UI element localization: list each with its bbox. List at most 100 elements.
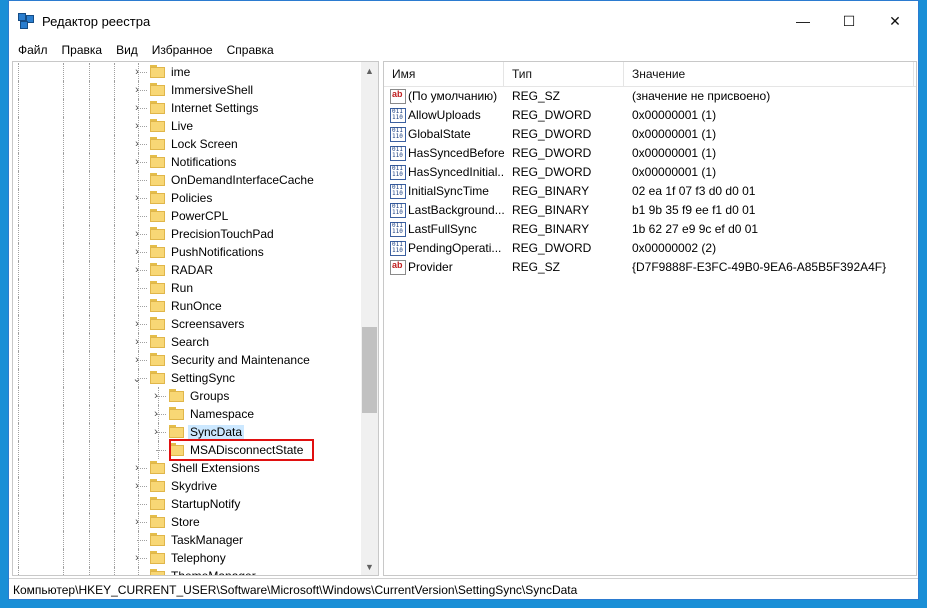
- tree-item-label[interactable]: Policies: [169, 191, 214, 205]
- tree-item[interactable]: › ime: [13, 63, 360, 81]
- value-row[interactable]: ab (По умолчанию) REG_SZ (значение не присв…: [384, 87, 916, 106]
- tree-scrollbar[interactable]: ▲ ▼: [361, 62, 378, 575]
- collapse-chevron-icon[interactable]: ⌄: [130, 370, 144, 386]
- tree-item[interactable]: › Policies: [13, 189, 360, 207]
- tree-item-label[interactable]: Notifications: [169, 155, 238, 169]
- tree-item-label[interactable]: Namespace: [188, 407, 256, 421]
- tree-item-label[interactable]: SettingSync: [169, 371, 237, 385]
- expand-chevron-icon[interactable]: ›: [130, 334, 144, 350]
- expand-chevron-icon[interactable]: ›: [130, 262, 144, 278]
- key-tree-pane[interactable]: › ime › ImmersiveShell › Internet Settings › Li…: [12, 61, 379, 576]
- tree-item[interactable]: › Shell Extensions: [13, 459, 360, 477]
- expand-chevron-icon[interactable]: ›: [130, 226, 144, 242]
- tree-item[interactable]: StartupNotify: [13, 495, 360, 513]
- expand-chevron-icon[interactable]: ›: [149, 388, 163, 404]
- tree-item[interactable]: › Notifications: [13, 153, 360, 171]
- expand-chevron-icon[interactable]: ›: [130, 64, 144, 80]
- close-button[interactable]: ✕: [872, 1, 918, 41]
- tree-item-label[interactable]: Telephony: [169, 551, 228, 565]
- tree-item-label[interactable]: TaskManager: [169, 533, 245, 547]
- title-bar[interactable]: Редактор реестра — ☐ ✕: [9, 1, 918, 41]
- tree-item[interactable]: › Telephony: [13, 549, 360, 567]
- tree-item-label[interactable]: ThemeManager: [169, 569, 258, 575]
- menu-file[interactable]: Файл: [9, 43, 55, 57]
- value-row[interactable]: 011 110 HasSyncedInitial... REG_DWORD 0x0000…: [384, 163, 916, 182]
- tree-item-label[interactable]: PrecisionTouchPad: [169, 227, 276, 241]
- tree-item[interactable]: ⌄ SettingSync: [13, 369, 360, 387]
- value-row[interactable]: 011 110 GlobalState REG_DWORD 0x00000001 (1): [384, 125, 916, 144]
- tree-item[interactable]: TaskManager: [13, 531, 360, 549]
- tree-item-label[interactable]: Groups: [188, 389, 231, 403]
- column-name-header[interactable]: Имя: [384, 62, 504, 86]
- tree-item-label[interactable]: ime: [169, 65, 192, 79]
- minimize-button[interactable]: —: [780, 1, 826, 41]
- expand-chevron-icon[interactable]: ›: [130, 514, 144, 530]
- expand-chevron-icon[interactable]: ›: [130, 82, 144, 98]
- expand-chevron-icon[interactable]: ›: [130, 136, 144, 152]
- tree-item[interactable]: › ImmersiveShell: [13, 81, 360, 99]
- tree-item-label[interactable]: Store: [169, 515, 202, 529]
- expand-chevron-icon[interactable]: ›: [130, 244, 144, 260]
- scroll-up-icon[interactable]: ▲: [361, 62, 378, 79]
- expand-chevron-icon[interactable]: ›: [130, 118, 144, 134]
- scroll-thumb[interactable]: [362, 327, 377, 413]
- value-row[interactable]: 011 110 InitialSyncTime REG_BINARY 02 ea 1f …: [384, 182, 916, 201]
- column-value-header[interactable]: Значение: [624, 62, 914, 86]
- scroll-down-icon[interactable]: ▼: [361, 558, 378, 575]
- expand-chevron-icon[interactable]: ›: [130, 100, 144, 116]
- value-row[interactable]: 011 110 AllowUploads REG_DWORD 0x00000001 (1…: [384, 106, 916, 125]
- value-row[interactable]: 011 110 LastBackground... REG_BINARY b1 9b 3…: [384, 201, 916, 220]
- tree-item-label[interactable]: Screensavers: [169, 317, 246, 331]
- tree-item[interactable]: › PushNotifications: [13, 243, 360, 261]
- menu-view[interactable]: Вид: [109, 43, 145, 57]
- values-pane[interactable]: Имя Тип Значение ab (По умолчанию) REG_SZ(…: [383, 61, 917, 576]
- menu-favorites[interactable]: Избранное: [145, 43, 220, 57]
- value-row[interactable]: 011 110 PendingOperati... REG_DWORD 0x000000…: [384, 239, 916, 258]
- menu-help[interactable]: Справка: [220, 43, 281, 57]
- tree-item-label[interactable]: Shell Extensions: [169, 461, 262, 475]
- value-row[interactable]: 011 110 LastFullSync REG_BINARY 1b 62 27 e9 …: [384, 220, 916, 239]
- tree-item[interactable]: › Store: [13, 513, 360, 531]
- tree-item[interactable]: › Internet Settings: [13, 99, 360, 117]
- tree-item[interactable]: › Lock Screen: [13, 135, 360, 153]
- tree-item-label[interactable]: Internet Settings: [169, 101, 260, 115]
- expand-chevron-icon[interactable]: ›: [130, 316, 144, 332]
- tree-item-label[interactable]: RADAR: [169, 263, 215, 277]
- expand-chevron-icon[interactable]: ›: [130, 550, 144, 566]
- tree-item[interactable]: OnDemandInterfaceCache: [13, 171, 360, 189]
- tree-item[interactable]: › Screensavers: [13, 315, 360, 333]
- expand-chevron-icon[interactable]: ›: [149, 406, 163, 422]
- tree-item[interactable]: › Search: [13, 333, 360, 351]
- value-row[interactable]: 011 110 HasSyncedBefore REG_DWORD 0x00000001…: [384, 144, 916, 163]
- column-type-header[interactable]: Тип: [504, 62, 624, 86]
- tree-item-label[interactable]: StartupNotify: [169, 497, 242, 511]
- tree-item-label[interactable]: Security and Maintenance: [169, 353, 312, 367]
- expand-chevron-icon[interactable]: ›: [130, 352, 144, 368]
- tree-item[interactable]: › Skydrive: [13, 477, 360, 495]
- tree-item-label[interactable]: Live: [169, 119, 195, 133]
- tree-item[interactable]: › Namespace: [13, 405, 360, 423]
- tree-item-label[interactable]: Run: [169, 281, 195, 295]
- menu-edit[interactable]: Правка: [55, 43, 110, 57]
- tree-item-label[interactable]: SyncData: [188, 425, 245, 439]
- tree-item[interactable]: › Live: [13, 117, 360, 135]
- expand-chevron-icon[interactable]: ›: [130, 190, 144, 206]
- tree-item-label[interactable]: PowerCPL: [169, 209, 230, 223]
- tree-item-label[interactable]: Search: [169, 335, 211, 349]
- expand-chevron-icon[interactable]: ›: [149, 424, 163, 440]
- expand-chevron-icon[interactable]: ›: [130, 154, 144, 170]
- expand-chevron-icon[interactable]: ›: [130, 460, 144, 476]
- tree-item[interactable]: ThemeManager: [13, 567, 360, 575]
- tree-item[interactable]: RunOnce: [13, 297, 360, 315]
- tree-item-label[interactable]: OnDemandInterfaceCache: [169, 173, 316, 187]
- tree-item[interactable]: PowerCPL: [13, 207, 360, 225]
- value-row[interactable]: ab Provider REG_SZ {D7F9888F-E3FC-49B0-9EA6…: [384, 258, 916, 277]
- tree-item-label[interactable]: Skydrive: [169, 479, 219, 493]
- tree-item[interactable]: › RADAR: [13, 261, 360, 279]
- tree-item[interactable]: › PrecisionTouchPad: [13, 225, 360, 243]
- tree-item[interactable]: Run: [13, 279, 360, 297]
- tree-item-label[interactable]: Lock Screen: [169, 137, 240, 151]
- expand-chevron-icon[interactable]: ›: [130, 478, 144, 494]
- tree-item[interactable]: › Security and Maintenance: [13, 351, 360, 369]
- tree-item-label[interactable]: ImmersiveShell: [169, 83, 255, 97]
